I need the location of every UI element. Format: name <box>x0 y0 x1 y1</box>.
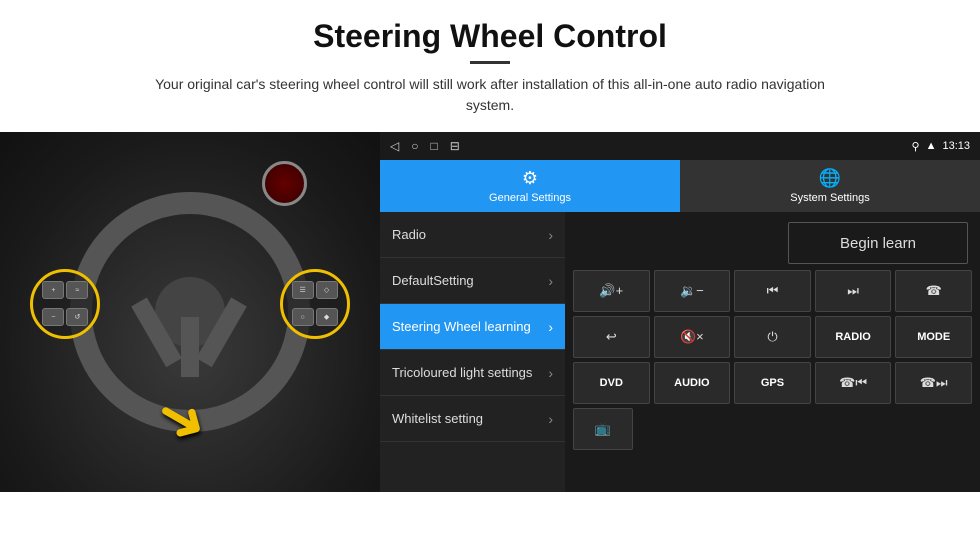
steering-btn-circle: ○ <box>292 308 314 326</box>
next-track-icon: ⏭ <box>847 283 859 299</box>
menu-arrow-default: › <box>548 273 553 289</box>
control-grid-row1: 🔊+ 🔉− ⏮ ⏭ ☎ ↩ <box>573 270 972 404</box>
wheel-background: + ≈ − ↺ ☰ ◇ ○ ◆ ➜ <box>0 132 380 492</box>
gps-btn-label: GPS <box>761 377 784 389</box>
page-subtitle: Your original car's steering wheel contr… <box>140 74 840 116</box>
main-content: + ≈ − ↺ ☰ ◇ ○ ◆ ➜ ◁ ○ □ <box>0 132 980 492</box>
home-icon[interactable]: ○ <box>411 139 418 153</box>
steering-btn-diamond2: ◆ <box>316 308 338 326</box>
phone-next-icon: ☎⏭ <box>920 375 948 391</box>
ctrl-next-track[interactable]: ⏭ <box>815 270 892 312</box>
content-area: Radio › DefaultSetting › Steering Wheel … <box>380 212 980 492</box>
menu-item-steering-label: Steering Wheel learning <box>392 319 531 334</box>
tab-system-label: System Settings <box>790 192 869 204</box>
begin-learn-button[interactable]: Begin learn <box>788 222 968 264</box>
steering-btn-icon2: ↺ <box>66 308 88 326</box>
ctrl-prev-track[interactable]: ⏮ <box>734 270 811 312</box>
mute-icon: 🔇× <box>680 329 704 345</box>
ctrl-audio[interactable]: AUDIO <box>654 362 731 404</box>
tab-system-settings[interactable]: 🌐 System Settings <box>680 160 980 212</box>
ctrl-mute[interactable]: 🔇× <box>654 316 731 358</box>
steering-btn-vol-down: − <box>42 308 64 326</box>
menu-icon[interactable]: ⊟ <box>450 139 460 153</box>
ctrl-power[interactable]: ⏻ <box>734 316 811 358</box>
menu-item-steering[interactable]: Steering Wheel learning › <box>380 304 565 350</box>
phone-answer-icon: ☎ <box>926 283 942 299</box>
ctrl-mode[interactable]: MODE <box>895 316 972 358</box>
tab-general-label: General Settings <box>489 192 571 204</box>
ctrl-call-end[interactable]: ↩ <box>573 316 650 358</box>
menu-arrow-whitelist: › <box>548 411 553 427</box>
callout-left: + ≈ − ↺ <box>30 269 100 339</box>
menu-item-tricoloured[interactable]: Tricoloured light settings › <box>380 350 565 396</box>
steering-btn-diamond1: ◇ <box>316 281 338 299</box>
menu-arrow-tricoloured: › <box>548 365 553 381</box>
power-icon: ⏻ <box>767 329 777 345</box>
arrow-callout: ➜ <box>157 389 207 449</box>
title-divider <box>470 61 510 64</box>
menu-item-whitelist[interactable]: Whitelist setting › <box>380 396 565 442</box>
ctrl-vol-up[interactable]: 🔊+ <box>573 270 650 312</box>
recent-icon[interactable]: □ <box>430 139 437 153</box>
status-bar-left: ◁ ○ □ ⊟ <box>390 139 460 153</box>
ctrl-dvd[interactable]: DVD <box>573 362 650 404</box>
menu-arrow-radio: › <box>548 227 553 243</box>
back-icon[interactable]: ◁ <box>390 139 399 153</box>
media-icon: 📺 <box>595 421 611 437</box>
menu-item-tricoloured-label: Tricoloured light settings <box>392 365 532 380</box>
controls-panel: Begin learn 🔊+ 🔉− ⏮ ⏭ <box>565 212 980 492</box>
tab-general-settings[interactable]: ⚙ General Settings <box>380 160 680 212</box>
prev-track-icon: ⏮ <box>767 283 779 299</box>
steering-btn-menu: ☰ <box>292 281 314 299</box>
location-icon: ⚲ <box>912 140 920 153</box>
wifi-icon: ▲ <box>926 140 937 152</box>
menu-item-default[interactable]: DefaultSetting › <box>380 258 565 304</box>
page-title: Steering Wheel Control <box>0 0 980 61</box>
menu-item-radio-label: Radio <box>392 227 426 242</box>
steering-btn-vol-up: + <box>42 281 64 299</box>
vol-up-icon: 🔊+ <box>599 283 623 299</box>
ctrl-phone-prev[interactable]: ☎⏮ <box>815 362 892 404</box>
ctrl-vol-down[interactable]: 🔉− <box>654 270 731 312</box>
ctrl-phone-next[interactable]: ☎⏭ <box>895 362 972 404</box>
gauge-area <box>262 161 342 211</box>
audio-btn-label: AUDIO <box>674 377 709 389</box>
ctrl-gps[interactable]: GPS <box>734 362 811 404</box>
menu-item-whitelist-label: Whitelist setting <box>392 411 483 426</box>
menu-list: Radio › DefaultSetting › Steering Wheel … <box>380 212 565 492</box>
begin-learn-row: Begin learn <box>573 220 972 266</box>
globe-icon: 🌐 <box>819 168 841 189</box>
radio-btn-label: RADIO <box>835 331 870 343</box>
menu-item-default-label: DefaultSetting <box>392 273 474 288</box>
mode-btn-label: MODE <box>917 331 950 343</box>
status-bar: ◁ ○ □ ⊟ ⚲ ▲ 13:13 <box>380 132 980 160</box>
status-time: 13:13 <box>942 140 970 152</box>
steering-wheel-area: + ≈ − ↺ ☰ ◇ ○ ◆ ➜ <box>0 132 380 492</box>
phone-prev-icon: ☎⏮ <box>839 375 867 391</box>
ctrl-media[interactable]: 📺 <box>573 408 633 450</box>
steering-btn-icon1: ≈ <box>66 281 88 299</box>
call-end-icon: ↩ <box>606 329 617 345</box>
menu-arrow-steering: › <box>548 319 553 335</box>
dvd-btn-label: DVD <box>600 377 623 389</box>
tab-bar: ⚙ General Settings 🌐 System Settings <box>380 160 980 212</box>
spoke-bottom <box>181 317 199 377</box>
ctrl-radio[interactable]: RADIO <box>815 316 892 358</box>
gauge-circle <box>262 161 307 206</box>
status-bar-right: ⚲ ▲ 13:13 <box>912 140 970 153</box>
gear-icon: ⚙ <box>522 168 538 189</box>
menu-item-radio[interactable]: Radio › <box>380 212 565 258</box>
head-unit: ◁ ○ □ ⊟ ⚲ ▲ 13:13 ⚙ General Settings 🌐 S… <box>380 132 980 492</box>
callout-right: ☰ ◇ ○ ◆ <box>280 269 350 339</box>
vol-down-icon: 🔉− <box>680 283 704 299</box>
ctrl-phone-answer[interactable]: ☎ <box>895 270 972 312</box>
